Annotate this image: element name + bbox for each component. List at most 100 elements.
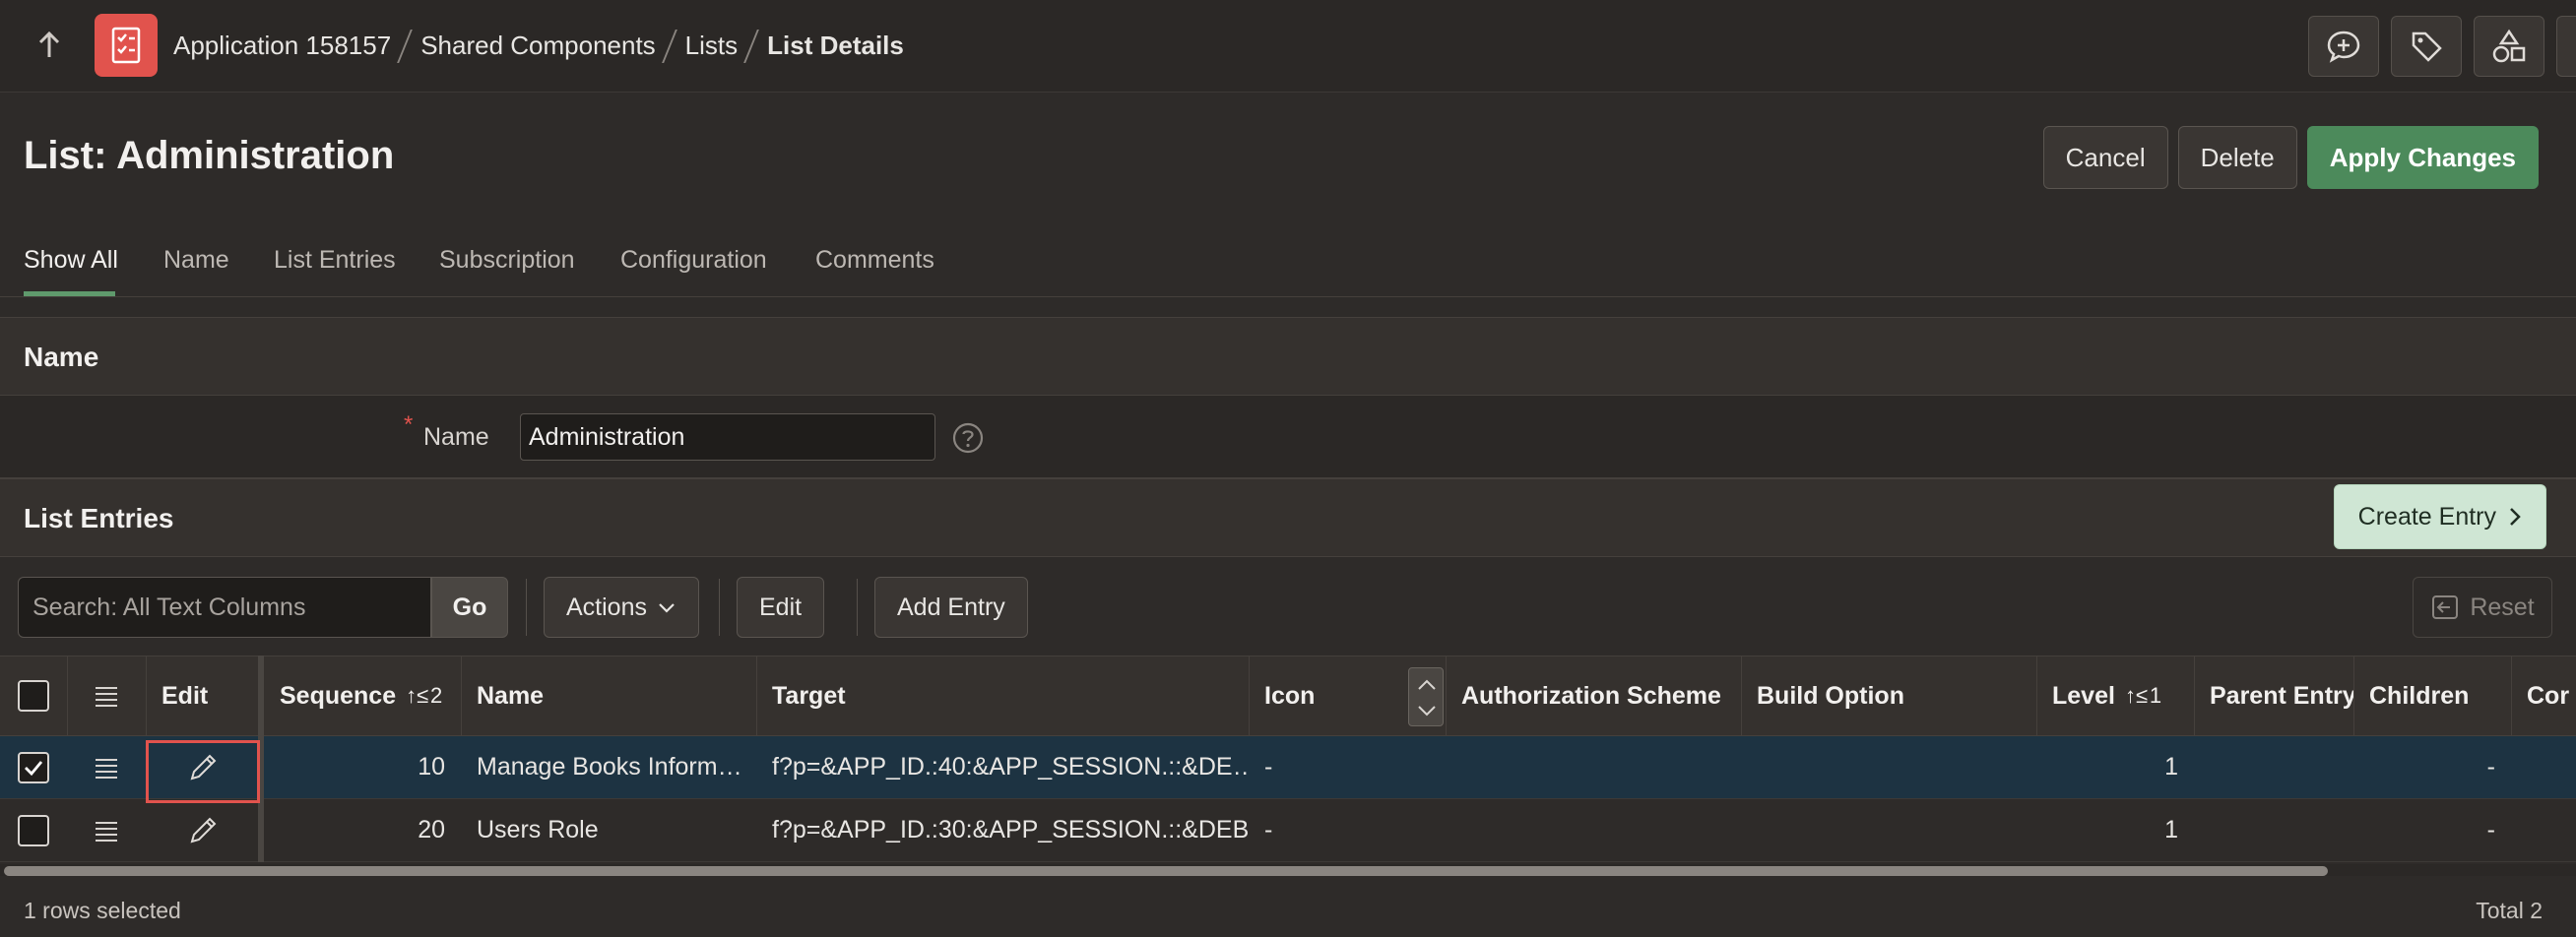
shapes-button[interactable] xyxy=(2474,16,2544,77)
target-column-header[interactable]: Target xyxy=(756,656,1249,735)
actions-menu-button[interactable]: Actions xyxy=(544,577,699,638)
tab-comments[interactable]: Comments xyxy=(815,246,934,275)
shapes-icon xyxy=(2492,29,2526,63)
name-field-row xyxy=(0,396,2576,478)
edit-mode-button[interactable]: Edit xyxy=(737,577,825,638)
more-column-header[interactable]: Cor xyxy=(2511,656,2576,735)
tab-configuration[interactable]: Configuration xyxy=(620,246,767,275)
toolbar-divider xyxy=(857,579,858,636)
breadcrumb-lists[interactable]: Lists xyxy=(685,31,738,61)
tab-subscription[interactable]: Subscription xyxy=(439,246,575,275)
hamburger-icon[interactable] xyxy=(94,685,119,707)
level-cell: 1 xyxy=(2164,816,2178,843)
arrow-up-icon[interactable] xyxy=(30,26,69,65)
table-row[interactable]: 10 Manage Books Inform… f?p=&APP_ID.:40:… xyxy=(0,736,2576,799)
page-actions: Cancel Delete Apply Changes xyxy=(2042,126,2539,189)
search-input[interactable] xyxy=(18,577,431,638)
add-entry-button[interactable]: Add Entry xyxy=(874,577,1028,638)
row-checkbox[interactable] xyxy=(18,814,49,846)
column-divider xyxy=(2353,656,2354,735)
tab-list-entries[interactable]: List Entries xyxy=(274,246,396,275)
horizontal-scrollbar[interactable] xyxy=(0,864,2576,876)
edit-column-header[interactable]: Edit xyxy=(146,656,260,735)
parent-entry-cell xyxy=(2194,799,2353,861)
help-icon[interactable] xyxy=(951,421,985,455)
row-actions-icon[interactable] xyxy=(94,757,119,779)
region-tabs: Show All Name List Entries Subscription … xyxy=(0,236,2576,297)
breadcrumb-separator xyxy=(738,28,767,63)
build-option-column-header[interactable]: Build Option xyxy=(1741,656,2036,735)
build-option-cell xyxy=(1741,799,2036,861)
children-cell: - xyxy=(2486,753,2495,781)
column-divider xyxy=(67,656,68,735)
apply-changes-button[interactable]: Apply Changes xyxy=(2306,126,2539,189)
rows-selected-status: 1 rows selected xyxy=(24,898,181,923)
row-select-cell xyxy=(0,736,67,798)
total-rows-count: Total 2 xyxy=(2476,898,2543,923)
list-entries-region-header: List Entries xyxy=(0,478,2576,557)
scrollbar-thumb[interactable] xyxy=(4,866,2328,876)
column-divider xyxy=(2511,656,2512,735)
feedback-button[interactable] xyxy=(2308,16,2379,77)
sequence-header-label: Sequence xyxy=(280,681,397,710)
row-actions-header xyxy=(67,656,146,735)
column-divider xyxy=(1741,656,1742,735)
breadcrumb-shared-components[interactable]: Shared Components xyxy=(420,31,655,61)
breadcrumb: Application 158157 Shared Components Lis… xyxy=(173,28,904,63)
name-cell: Manage Books Inform… xyxy=(477,753,742,781)
chat-plus-icon xyxy=(2327,31,2360,63)
required-indicator: * xyxy=(404,411,414,438)
go-button[interactable]: Go xyxy=(431,577,508,638)
name-input[interactable] xyxy=(520,413,935,461)
sequence-cell: 10 xyxy=(418,753,445,781)
row-actions-cell xyxy=(67,799,146,861)
list-entries-title: List Entries xyxy=(24,503,174,533)
create-entry-button[interactable]: Create Entry xyxy=(2333,484,2546,549)
name-region-header: Name xyxy=(0,317,2576,396)
pencil-icon[interactable] xyxy=(186,814,220,847)
toolbar-divider xyxy=(526,579,527,636)
breadcrumb-app[interactable]: Application 158157 xyxy=(173,31,391,61)
sort-ascending-icon: ↑≤ 1 xyxy=(2124,683,2162,708)
edit-cell xyxy=(146,799,260,861)
column-reorder-control[interactable] xyxy=(1408,667,1444,726)
column-divider xyxy=(1249,656,1250,735)
row-actions-icon[interactable] xyxy=(94,820,119,842)
sort-ascending-icon: ↑≤ 2 xyxy=(406,683,443,708)
parent-entry-cell xyxy=(2194,736,2353,798)
breadcrumb-current: List Details xyxy=(767,30,904,60)
row-checkbox[interactable] xyxy=(18,751,49,783)
overflow-button[interactable] xyxy=(2556,16,2576,77)
tag-icon xyxy=(2412,31,2442,62)
tab-name[interactable]: Name xyxy=(163,246,229,275)
parent-entry-column-header[interactable]: Parent Entry xyxy=(2194,656,2353,735)
top-toolbar xyxy=(2296,16,2576,77)
level-column-header[interactable]: Level ↑≤ 1 xyxy=(2036,656,2194,735)
page-title: List: Administration xyxy=(24,134,395,177)
column-divider xyxy=(2036,656,2037,735)
row-select-cell xyxy=(0,799,67,861)
tag-button[interactable] xyxy=(2391,16,2462,77)
chevron-up-icon xyxy=(1418,679,1436,690)
tab-show-all[interactable]: Show All xyxy=(24,246,118,275)
children-column-header[interactable]: Children xyxy=(2353,656,2511,735)
grid-toolbar: Go Actions Edit Add Entry Reset xyxy=(0,567,2576,656)
chevron-right-icon xyxy=(2510,508,2521,526)
column-divider xyxy=(461,656,462,735)
select-all-checkbox[interactable] xyxy=(18,680,49,712)
icon-cell: - xyxy=(1264,753,1273,781)
chevron-down-icon xyxy=(1418,706,1436,717)
delete-button[interactable]: Delete xyxy=(2177,126,2297,189)
authorization-scheme-column-header[interactable]: Authorization Scheme xyxy=(1446,656,1741,735)
toolbar-divider xyxy=(719,579,720,636)
table-row[interactable]: 20 Users Role f?p=&APP_ID.:30:&APP_SESSI… xyxy=(0,799,2576,862)
authorization-cell xyxy=(1446,799,1741,861)
name-column-header[interactable]: Name xyxy=(461,656,756,735)
sequence-column-header[interactable]: Sequence ↑≤ 2 xyxy=(264,656,461,735)
reset-button[interactable]: Reset xyxy=(2413,577,2552,638)
cancel-button[interactable]: Cancel xyxy=(2042,126,2168,189)
build-option-cell xyxy=(1741,736,2036,798)
app-checklist-icon[interactable] xyxy=(95,14,158,77)
top-bar: Application 158157 Shared Components Lis… xyxy=(0,0,2576,93)
sequence-cell: 20 xyxy=(418,816,445,843)
